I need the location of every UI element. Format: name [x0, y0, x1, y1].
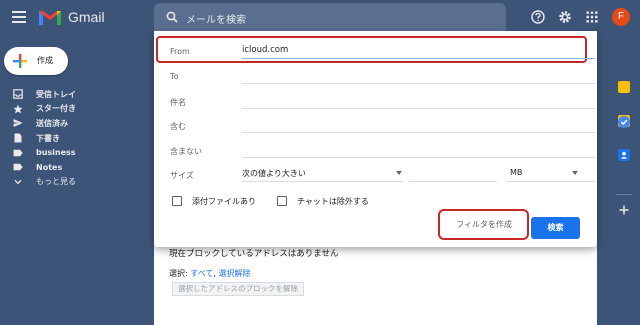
send-icon — [12, 118, 24, 128]
draft-icon — [12, 133, 24, 143]
sidebar-item-notes[interactable]: Notes — [12, 160, 152, 175]
select-prefix: 選択: — [169, 269, 188, 278]
tasks-icon[interactable] — [618, 116, 630, 128]
subject-label: 件名 — [170, 98, 186, 107]
checkbox-icon — [277, 196, 287, 206]
inbox-icon — [12, 89, 24, 100]
has-words-field-row: 含む — [169, 115, 595, 135]
from-label: From — [170, 47, 190, 56]
sidebar-nav: 受信トレイ スター付き 送信済み 下書き business Notes もっと見… — [12, 87, 152, 189]
subject-input[interactable] — [242, 108, 595, 109]
exclude-chats-checkbox[interactable]: チャットは除外する — [277, 195, 369, 207]
not-has-label: 含まない — [170, 147, 202, 156]
from-input[interactable]: icloud.com — [242, 45, 288, 55]
checkbox-icon — [172, 196, 182, 206]
select-none-link[interactable]: 選択解除 — [218, 269, 250, 278]
unblock-selected-button[interactable]: 選択したアドレスのブロックを解除 — [172, 282, 304, 296]
compose-plus-icon — [13, 54, 27, 68]
has-attachment-label: 添付ファイルあり — [192, 196, 256, 206]
from-field-row: From icloud.com — [169, 41, 595, 61]
advanced-search-dialog: From icloud.com To 件名 含む 含まない サイズ 次の値より大… — [154, 31, 597, 247]
sidebar-item-starred[interactable]: スター付き — [12, 102, 152, 117]
sidebar-item-label: 下書き — [36, 133, 60, 143]
to-input[interactable] — [242, 83, 595, 84]
create-filter-highlight: フィルタを作成 — [438, 209, 529, 240]
account-avatar[interactable]: F — [612, 8, 630, 26]
side-panel — [608, 34, 640, 325]
label-icon — [12, 148, 24, 158]
gmail-logo-icon[interactable] — [38, 8, 62, 26]
search-button[interactable]: 検索 — [531, 217, 580, 239]
sidebar-item-label: もっと見る — [36, 177, 76, 187]
sidebar-item-more[interactable]: もっと見る — [12, 175, 152, 190]
help-icon[interactable] — [531, 10, 545, 24]
not-has-input[interactable] — [242, 157, 595, 158]
main-menu-icon[interactable] — [12, 11, 26, 23]
size-label: サイズ — [170, 171, 194, 180]
selection-row: 選択: すべて, 選択解除 — [169, 269, 251, 278]
calendar-icon[interactable] — [618, 81, 630, 93]
blocked-addresses-text: 現在ブロックしているアドレスはありません — [169, 249, 339, 259]
side-panel-divider — [616, 194, 632, 195]
search-bar[interactable]: メールを検索 — [154, 3, 506, 31]
chevron-down-icon — [396, 171, 402, 175]
sidebar-item-label: 送信済み — [36, 118, 68, 128]
add-addon-icon[interactable] — [618, 204, 630, 216]
compose-label: 作成 — [37, 56, 53, 65]
sidebar-item-label: 受信トレイ — [36, 89, 76, 99]
apps-grid-icon[interactable] — [585, 10, 599, 24]
sidebar-item-label: Notes — [36, 162, 63, 172]
search-icon[interactable] — [166, 11, 178, 23]
size-unit-select[interactable]: MB — [510, 168, 522, 177]
top-bar: Gmail メールを検索 F — [0, 0, 640, 34]
sidebar-item-inbox[interactable]: 受信トレイ — [12, 87, 152, 102]
compose-button[interactable]: 作成 — [4, 47, 68, 75]
sidebar-item-sent[interactable]: 送信済み — [12, 116, 152, 131]
settings-gear-icon[interactable] — [558, 10, 572, 24]
to-field-row: To — [169, 66, 595, 86]
star-icon — [12, 104, 24, 114]
app-name: Gmail — [68, 9, 105, 25]
size-field-row: サイズ 次の値より大きい MB — [169, 164, 595, 184]
size-unit-underline — [506, 181, 595, 182]
exclude-chats-label: チャットは除外する — [297, 196, 369, 206]
has-words-input[interactable] — [242, 132, 595, 133]
subject-field-row: 件名 — [169, 91, 595, 111]
chevron-down-icon — [572, 171, 578, 175]
sidebar-item-drafts[interactable]: 下書き — [12, 131, 152, 146]
sidebar-item-label: business — [36, 148, 76, 158]
to-label: To — [170, 72, 179, 81]
label-icon — [12, 162, 24, 172]
select-all-link[interactable]: すべて — [190, 269, 213, 278]
search-input[interactable]: メールを検索 — [186, 11, 246, 26]
not-has-field-row: 含まない — [169, 140, 595, 160]
has-attachment-checkbox[interactable]: 添付ファイルあり — [172, 195, 256, 207]
sidebar-item-business[interactable]: business — [12, 145, 152, 160]
size-operator-select[interactable]: 次の値より大きい — [242, 168, 306, 179]
has-words-label: 含む — [170, 122, 186, 131]
contacts-icon[interactable] — [618, 149, 630, 161]
chevron-down-icon — [12, 177, 24, 187]
size-value-input[interactable] — [409, 181, 497, 182]
from-underline — [242, 58, 595, 59]
sidebar-item-label: スター付き — [36, 104, 76, 114]
create-filter-button[interactable]: フィルタを作成 — [446, 216, 522, 234]
size-operator-underline — [242, 181, 403, 182]
